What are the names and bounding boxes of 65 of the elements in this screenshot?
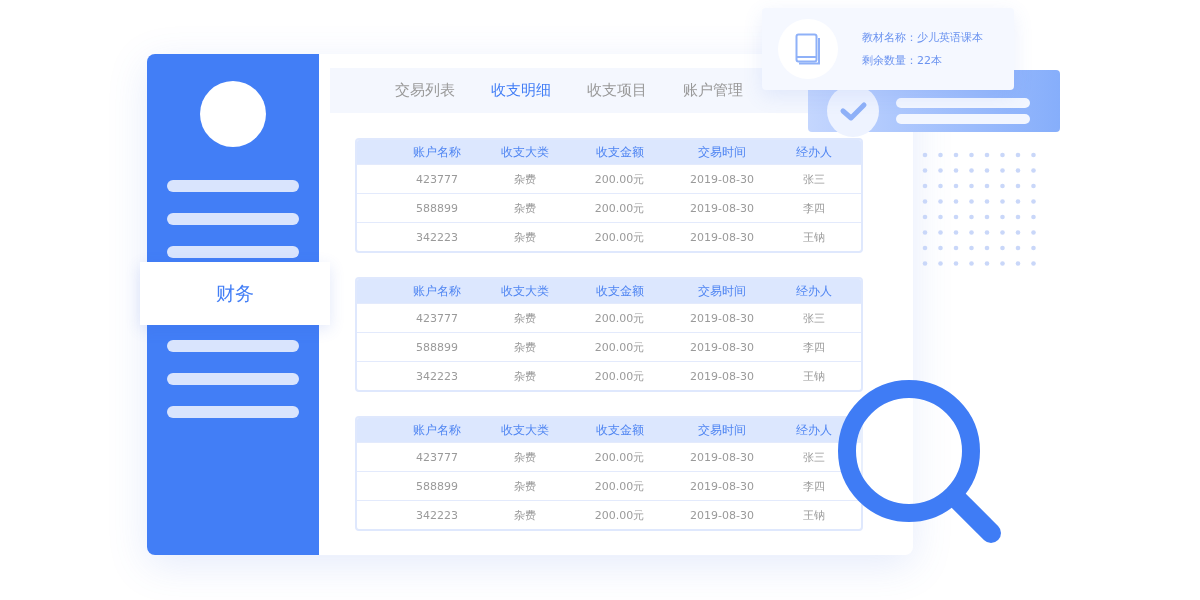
table-cell-text: 杂费 — [512, 200, 537, 216]
column-header: 交易时间 — [697, 282, 747, 300]
column-header: 收支金额 — [594, 421, 645, 439]
table-cell-text: 杂费 — [512, 507, 537, 523]
table-cell-text: 王钠 — [802, 368, 826, 384]
column-header: 账户名称 — [412, 421, 462, 439]
table-cell-text: 423777 — [415, 172, 459, 186]
sidebar-item[interactable]: 财务 — [140, 262, 330, 325]
column-header: 账户名称 — [412, 282, 462, 300]
table-cell-text: 588899 — [415, 479, 459, 493]
table-cell-text: 200.00元 — [593, 200, 646, 216]
column-header: 收支大类 — [499, 282, 550, 300]
tab[interactable]: 收支项目 — [587, 81, 647, 100]
table-cell-text: 423777 — [415, 450, 459, 464]
table-cell-text: 王钠 — [802, 229, 826, 245]
table-cell-text: 2019-08-30 — [689, 450, 755, 464]
table-cell-text: 200.00元 — [593, 310, 646, 326]
tab[interactable]: 交易列表 — [395, 81, 455, 100]
table-cell-text: 200.00元 — [593, 339, 646, 355]
table-cell-text: 200.00元 — [593, 368, 646, 384]
table-cell-text: 李四 — [802, 339, 826, 355]
table-cell-text: 200.00元 — [593, 229, 646, 245]
table-cell-text: 杂费 — [512, 339, 537, 355]
column-header: 收支大类 — [499, 421, 550, 439]
table-cell-text: 2019-08-30 — [689, 340, 755, 354]
column-header: 收支金额 — [594, 143, 645, 161]
table-cell-text: 2019-08-30 — [689, 369, 755, 383]
table-cell-text: 杂费 — [512, 368, 537, 384]
table-cell-text: 李四 — [802, 478, 826, 494]
table-cell-text: 200.00元 — [593, 507, 646, 523]
table-cell-text: 200.00元 — [593, 478, 646, 494]
table-cell-text: 2019-08-30 — [689, 172, 755, 186]
table-cell-text: 200.00元 — [593, 171, 646, 187]
table-cell-text: 2019-08-30 — [689, 201, 755, 215]
table-cell-text: 2019-08-30 — [689, 479, 755, 493]
table-cell-text: 200.00元 — [593, 449, 646, 465]
table-cell-text: 杂费 — [512, 449, 537, 465]
table-cell-text: 杂费 — [512, 478, 537, 494]
tab[interactable]: 账户管理 — [683, 81, 743, 100]
column-header: 收支大类 — [499, 143, 550, 161]
column-header: 账户名称 — [412, 143, 462, 161]
table-cell-text: 342223 — [415, 369, 459, 383]
table-cell-text: 588899 — [415, 201, 459, 215]
table-cell-text: 王钠 — [802, 507, 826, 523]
table-cell-text: 423777 — [415, 311, 459, 325]
column-header: 交易时间 — [697, 143, 747, 161]
column-header: 经办人 — [795, 143, 833, 161]
table-cell-text: 李四 — [802, 200, 826, 216]
column-header: 经办人 — [795, 282, 833, 300]
table-cell-text: 杂费 — [512, 229, 537, 245]
table-cell-text: 2019-08-30 — [689, 508, 755, 522]
column-header: 收支金额 — [594, 282, 645, 300]
tab[interactable]: 收支明细 — [491, 81, 551, 100]
info-text: 剩余数量：22本 — [862, 53, 943, 68]
table-cell-text: 杂费 — [512, 310, 537, 326]
table-cell-text: 342223 — [415, 230, 459, 244]
table-cell-text: 2019-08-30 — [689, 230, 755, 244]
table-cell-text: 588899 — [415, 340, 459, 354]
column-header: 交易时间 — [697, 421, 747, 439]
info-text: 教材名称：少儿英语课本 — [862, 30, 983, 45]
table-cell-text: 2019-08-30 — [689, 311, 755, 325]
table-cell-text: 杂费 — [512, 171, 537, 187]
book-icon — [795, 33, 821, 65]
table-cell-text: 342223 — [415, 508, 459, 522]
column-header: 经办人 — [795, 421, 833, 439]
